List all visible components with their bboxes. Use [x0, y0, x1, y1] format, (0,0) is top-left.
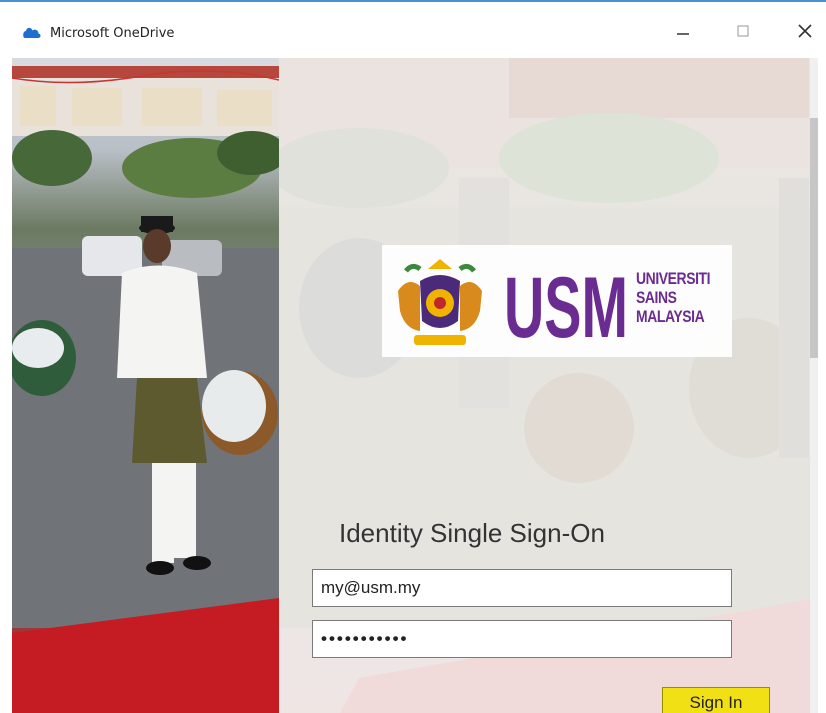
title-bar[interactable]: Microsoft OneDrive	[0, 2, 826, 54]
onedrive-window: Microsoft OneDrive USM UNIVERSITI SAINS …	[0, 0, 826, 713]
minimize-button[interactable]	[660, 14, 706, 48]
university-crest-icon	[398, 259, 482, 345]
minimize-icon	[677, 33, 689, 35]
sign-in-page: USM UNIVERSITI SAINS MALAYSIA Identity S…	[12, 58, 818, 713]
university-name-line: MALAYSIA	[636, 307, 705, 326]
sign-in-heading: Identity Single Sign-On	[339, 518, 605, 548]
usm-wordmark: USM	[504, 265, 628, 345]
campus-band-photo	[12, 58, 279, 713]
band-photo-illustration	[12, 58, 279, 713]
faded-photo-illustration	[279, 58, 818, 713]
sign-in-button[interactable]: Sign In	[662, 687, 770, 713]
usm-logo: USM UNIVERSITI SAINS MALAYSIA	[382, 245, 732, 357]
scrollbar[interactable]	[810, 58, 818, 713]
close-button[interactable]	[782, 14, 826, 48]
onedrive-cloud-icon	[23, 27, 41, 38]
maximize-button[interactable]	[720, 14, 766, 48]
usm-mark-text: USM	[504, 265, 628, 345]
university-name: UNIVERSITI SAINS MALAYSIA	[636, 269, 711, 326]
scrollbar-thumb[interactable]	[810, 118, 818, 358]
close-icon	[798, 24, 812, 38]
university-name-line: UNIVERSITI	[636, 269, 711, 288]
maximize-icon	[737, 25, 749, 37]
faded-background-photo	[279, 58, 818, 713]
window-title: Microsoft OneDrive	[50, 26, 175, 41]
password-input[interactable]: •••••••••••	[312, 620, 732, 658]
university-name-line: SAINS	[636, 288, 677, 307]
username-input[interactable]: my@usm.my	[312, 569, 732, 607]
